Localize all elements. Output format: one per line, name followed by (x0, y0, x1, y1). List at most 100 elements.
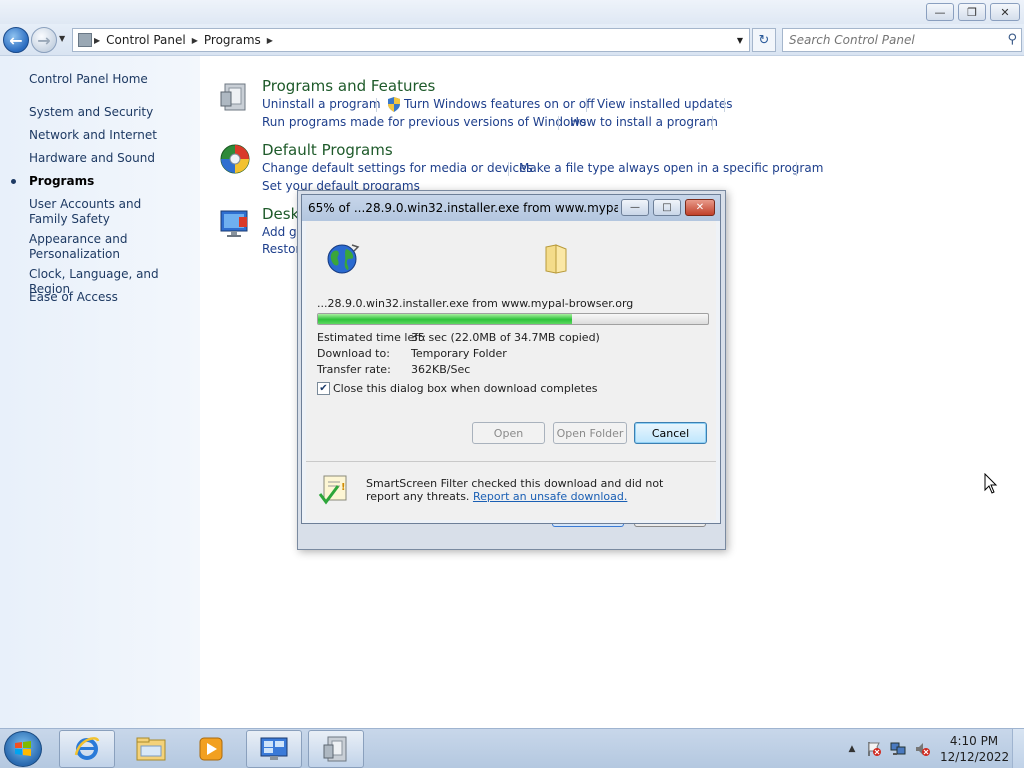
back-button[interactable]: ← (3, 27, 29, 53)
previous-versions-link[interactable]: Run programs made for previous versions … (262, 115, 586, 129)
refresh-button[interactable]: ↻ (752, 28, 776, 52)
search-box[interactable]: ⚲ (782, 28, 1022, 52)
open-folder-button[interactable]: Open Folder (553, 422, 627, 444)
breadcrumb[interactable]: ▶ Control Panel ▶ Programs ▶ ▼ (72, 28, 750, 52)
media-devices-link[interactable]: Change default settings for media or dev… (262, 161, 533, 175)
notification-area: ▲ 4:10 PM 12/12/2022 (840, 729, 1024, 768)
how-to-install-link[interactable]: How to install a program (570, 115, 718, 129)
active-bullet-icon (11, 179, 16, 184)
link-separator (796, 162, 797, 176)
sidebar-item-hardware-sound[interactable]: Hardware and Sound (29, 151, 194, 166)
sidebar-item-appearance[interactable]: Appearance and Personalization (29, 232, 149, 262)
dialog-close-button[interactable]: ✕ (685, 199, 715, 216)
default-programs-title[interactable]: Default Programs (262, 141, 393, 159)
left-navigation-pane: Control Panel Home System and Security N… (0, 56, 200, 728)
download-dialog-titlebar[interactable]: 65% of ...28.9.0.win32.installer.exe fro… (302, 195, 720, 221)
taskbar-windows-explorer[interactable] (123, 730, 179, 768)
taskbar-programs-window[interactable] (308, 730, 364, 768)
recent-pages-dropdown[interactable]: ▼ (59, 34, 65, 43)
download-dialog-title: 65% of ...28.9.0.win32.installer.exe fro… (308, 201, 618, 215)
show-hidden-icons-arrow-icon[interactable]: ▲ (844, 741, 860, 757)
download-progress-fill (318, 314, 572, 324)
taskbar-control-panel[interactable] (246, 730, 302, 768)
taskbar-media-player[interactable] (183, 730, 239, 768)
file-type-link[interactable]: Make a file type always open in a specif… (519, 161, 823, 175)
volume-muted-icon[interactable] (914, 741, 930, 757)
breadcrumb-arrow-icon[interactable]: ▶ (92, 36, 102, 45)
sidebar-item-ease-of-access[interactable]: Ease of Access (29, 290, 194, 305)
show-desktop-button[interactable] (1012, 729, 1024, 768)
internet-explorer-icon (74, 737, 100, 760)
address-dropdown-icon[interactable]: ▼ (737, 36, 743, 45)
network-icon[interactable] (890, 741, 906, 757)
breadcrumb-arrow-icon[interactable]: ▶ (265, 36, 275, 45)
smartscreen-area: ! SmartScreen Filter checked this downlo… (306, 462, 716, 520)
desktop-gadgets-icon[interactable] (219, 207, 251, 239)
smartscreen-text: SmartScreen Filter checked this download… (366, 477, 686, 503)
programs-features-title[interactable]: Programs and Features (262, 77, 435, 95)
mouse-cursor-icon (984, 473, 998, 494)
link-separator (376, 98, 377, 112)
taskbar-internet-explorer[interactable] (59, 730, 115, 768)
forward-button[interactable]: → (31, 27, 57, 53)
transfer-rate-value: 362KB/Sec (411, 363, 471, 376)
svg-text:!: ! (341, 482, 346, 493)
link-separator (586, 98, 587, 112)
close-button[interactable]: ✕ (990, 3, 1020, 21)
globe-icon (327, 244, 360, 274)
minimize-button[interactable]: — (926, 3, 954, 21)
link-separator (508, 162, 509, 176)
clock-date[interactable]: 12/12/2022 (940, 750, 1009, 764)
start-button[interactable] (4, 731, 42, 767)
restore-button[interactable]: ❐ (958, 3, 986, 21)
close-when-done-checkbox[interactable]: ✔ (317, 382, 330, 395)
transfer-rate-label: Transfer rate: (317, 363, 391, 376)
breadcrumb-arrow-icon[interactable]: ▶ (190, 36, 200, 45)
report-unsafe-link[interactable]: Report an unsafe download. (473, 490, 627, 503)
search-icon[interactable]: ⚲ (1007, 32, 1017, 47)
default-programs-icon[interactable] (219, 143, 251, 175)
search-input[interactable] (789, 33, 997, 47)
control-panel-home-link[interactable]: Control Panel Home (29, 72, 194, 87)
breadcrumb-programs[interactable]: Programs (200, 33, 265, 47)
sidebar-item-programs[interactable]: Programs (29, 174, 194, 189)
clock-time[interactable]: 4:10 PM (940, 734, 1008, 748)
media-player-icon (199, 737, 223, 761)
download-filename: ...28.9.0.win32.installer.exe from www.m… (317, 297, 634, 310)
windows-logo-icon (15, 741, 31, 756)
cancel-button[interactable]: Cancel (634, 422, 707, 444)
installed-updates-link[interactable]: View installed updates (597, 97, 733, 111)
action-center-flag-icon[interactable] (866, 741, 882, 757)
dialog-maximize-button[interactable]: □ (653, 199, 681, 216)
download-progress-bar (317, 313, 709, 325)
link-separator (724, 98, 725, 112)
close-when-done-label[interactable]: Close this dialog box when download comp… (333, 382, 597, 395)
sidebar-item-system-security[interactable]: System and Security (29, 105, 194, 120)
control-panel-icon (78, 33, 92, 47)
programs-features-icon[interactable] (219, 80, 251, 112)
windows-features-link[interactable]: Turn Windows features on or off (404, 97, 595, 111)
breadcrumb-control-panel[interactable]: Control Panel (102, 33, 190, 47)
estimated-time-label: Estimated time left: (317, 331, 426, 344)
download-to-label: Download to: (317, 347, 390, 360)
smartscreen-icon: ! (318, 475, 347, 505)
programs-features-icon (323, 736, 347, 762)
window-titlebar[interactable]: — ❐ ✕ (0, 0, 1024, 24)
link-separator (712, 116, 713, 130)
taskbar: ▲ 4:10 PM 12/12/2022 (0, 728, 1024, 768)
desktop-gadgets-title[interactable]: Desk (262, 205, 299, 223)
folder-icon (545, 244, 567, 274)
sidebar-item-network-internet[interactable]: Network and Internet (29, 128, 194, 143)
open-button[interactable]: Open (472, 422, 545, 444)
folder-icon (136, 737, 166, 761)
uninstall-program-link[interactable]: Uninstall a program (262, 97, 381, 111)
shield-icon (388, 97, 400, 112)
estimated-time-value: 35 sec (22.0MB of 34.7MB copied) (411, 331, 600, 344)
control-panel-icon (260, 737, 288, 760)
download-dialog: 65% of ...28.9.0.win32.installer.exe fro… (301, 194, 721, 524)
download-to-value: Temporary Folder (411, 347, 507, 360)
sidebar-item-user-accounts[interactable]: User Accounts and Family Safety (29, 197, 179, 227)
dialog-minimize-button[interactable]: — (621, 199, 649, 216)
link-separator (558, 116, 559, 130)
address-bar: ← → ▼ ▶ Control Panel ▶ Programs ▶ ▼ ↻ ⚲ (0, 24, 1024, 56)
